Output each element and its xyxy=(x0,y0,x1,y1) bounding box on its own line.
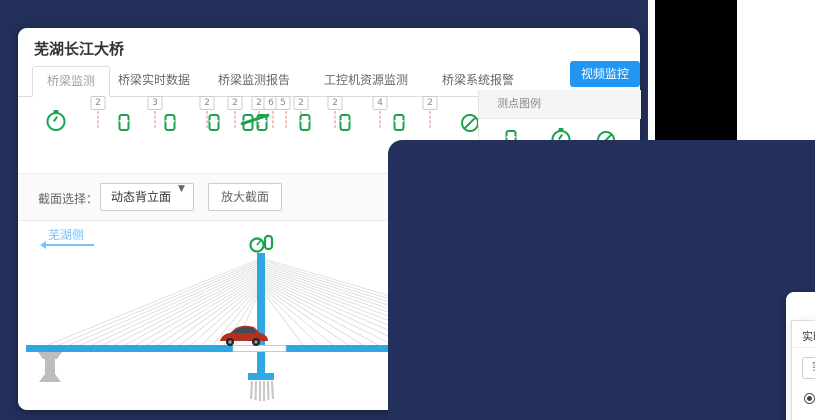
sensor-marker-line xyxy=(207,111,208,128)
tower-top-sensors xyxy=(251,236,273,252)
sensor-marker-line xyxy=(430,111,431,128)
chart-legend[interactable]: 第七跨跨中振动 xyxy=(792,413,815,420)
tab-bridge-monitor[interactable]: 桥梁监测 xyxy=(32,66,110,97)
realtime-curve-dialog: 实时曲线 × 实时曲线图 监控回放 最近两个月 - 查询 第七跨跨中振动 第七跨… xyxy=(791,320,815,420)
dialog-title: 实时曲线 xyxy=(802,328,815,344)
disabled-sensor-icon[interactable] xyxy=(461,114,479,132)
sensor-marker-line xyxy=(235,111,236,128)
sensor-marker-line xyxy=(335,111,336,128)
sensor-count-badge: 2 xyxy=(328,96,343,110)
link-sensor-icon[interactable] xyxy=(209,114,220,131)
last-two-months-radio[interactable] xyxy=(804,393,815,404)
link-sensor-icon[interactable] xyxy=(165,114,176,131)
playback-window: 测点图例 温度 ( 9 ) 对比分析 对比分析 测点列表 实时曲线 × 实时曲线… xyxy=(786,292,815,420)
sensor-count-badge: 2 xyxy=(294,96,309,110)
tab-realtime-data[interactable]: 桥梁实时数据 xyxy=(104,66,204,95)
sensor-count-badge: 2 xyxy=(200,96,215,110)
left-arrow-icon xyxy=(42,244,94,246)
point-legend-title: 测点图例 xyxy=(479,90,641,119)
bridge-pier xyxy=(38,352,62,382)
link-sensor-icon[interactable] xyxy=(119,114,130,131)
gauge-icon[interactable] xyxy=(47,112,66,131)
page-title: 芜湖长江大桥 xyxy=(34,38,124,59)
bridge-side-label: 芜湖侧 xyxy=(48,226,84,243)
tower-piles xyxy=(251,381,273,401)
video-monitor-button[interactable]: 视频监控 xyxy=(570,61,640,87)
sensor-count-badge: 2 xyxy=(91,96,106,110)
desktop: 芜湖长江大桥 桥梁监测 桥梁实时数据 桥梁监测报告 工控机资源监测 桥梁系统报警… xyxy=(0,0,815,420)
link-sensor-icon[interactable] xyxy=(340,114,351,131)
sensor-marker-line xyxy=(380,111,381,128)
link-sensor-icon[interactable] xyxy=(300,114,311,131)
section-select-label: 截面选择： xyxy=(38,190,98,207)
chevron-down-icon: ▼ xyxy=(178,184,185,194)
video-feed xyxy=(655,0,737,141)
dialog-header: 实时曲线 × xyxy=(792,321,815,348)
sensor-count-badge: 4 xyxy=(373,96,388,110)
sensor-count-badge: 2 xyxy=(423,96,438,110)
sensor-count-badge: 3 xyxy=(148,96,163,110)
bridge-tower xyxy=(257,253,265,375)
link-sensor-icon[interactable] xyxy=(394,114,405,131)
tab-monitor-report[interactable]: 桥梁监测报告 xyxy=(204,66,304,95)
sensor-marker-line xyxy=(273,111,274,128)
playback-window-frame: 测点图例 温度 ( 9 ) 对比分析 对比分析 测点列表 实时曲线 × 实时曲线… xyxy=(388,140,815,420)
tower-footing xyxy=(248,373,274,380)
sensor-marker-line xyxy=(286,111,287,128)
tab-ipc-resource[interactable]: 工控机资源监测 xyxy=(310,66,422,95)
sensor-marker-line xyxy=(155,111,156,128)
tab-realtime-curve[interactable]: 实时曲线图 xyxy=(802,357,815,379)
deck-joint xyxy=(233,346,286,352)
sensor-count-badge: 2 xyxy=(228,96,243,110)
sensor-marker-line xyxy=(98,111,99,128)
enlarge-section-button[interactable]: 放大截面 xyxy=(208,183,282,211)
sensor-count-badge: 5 xyxy=(276,96,291,110)
